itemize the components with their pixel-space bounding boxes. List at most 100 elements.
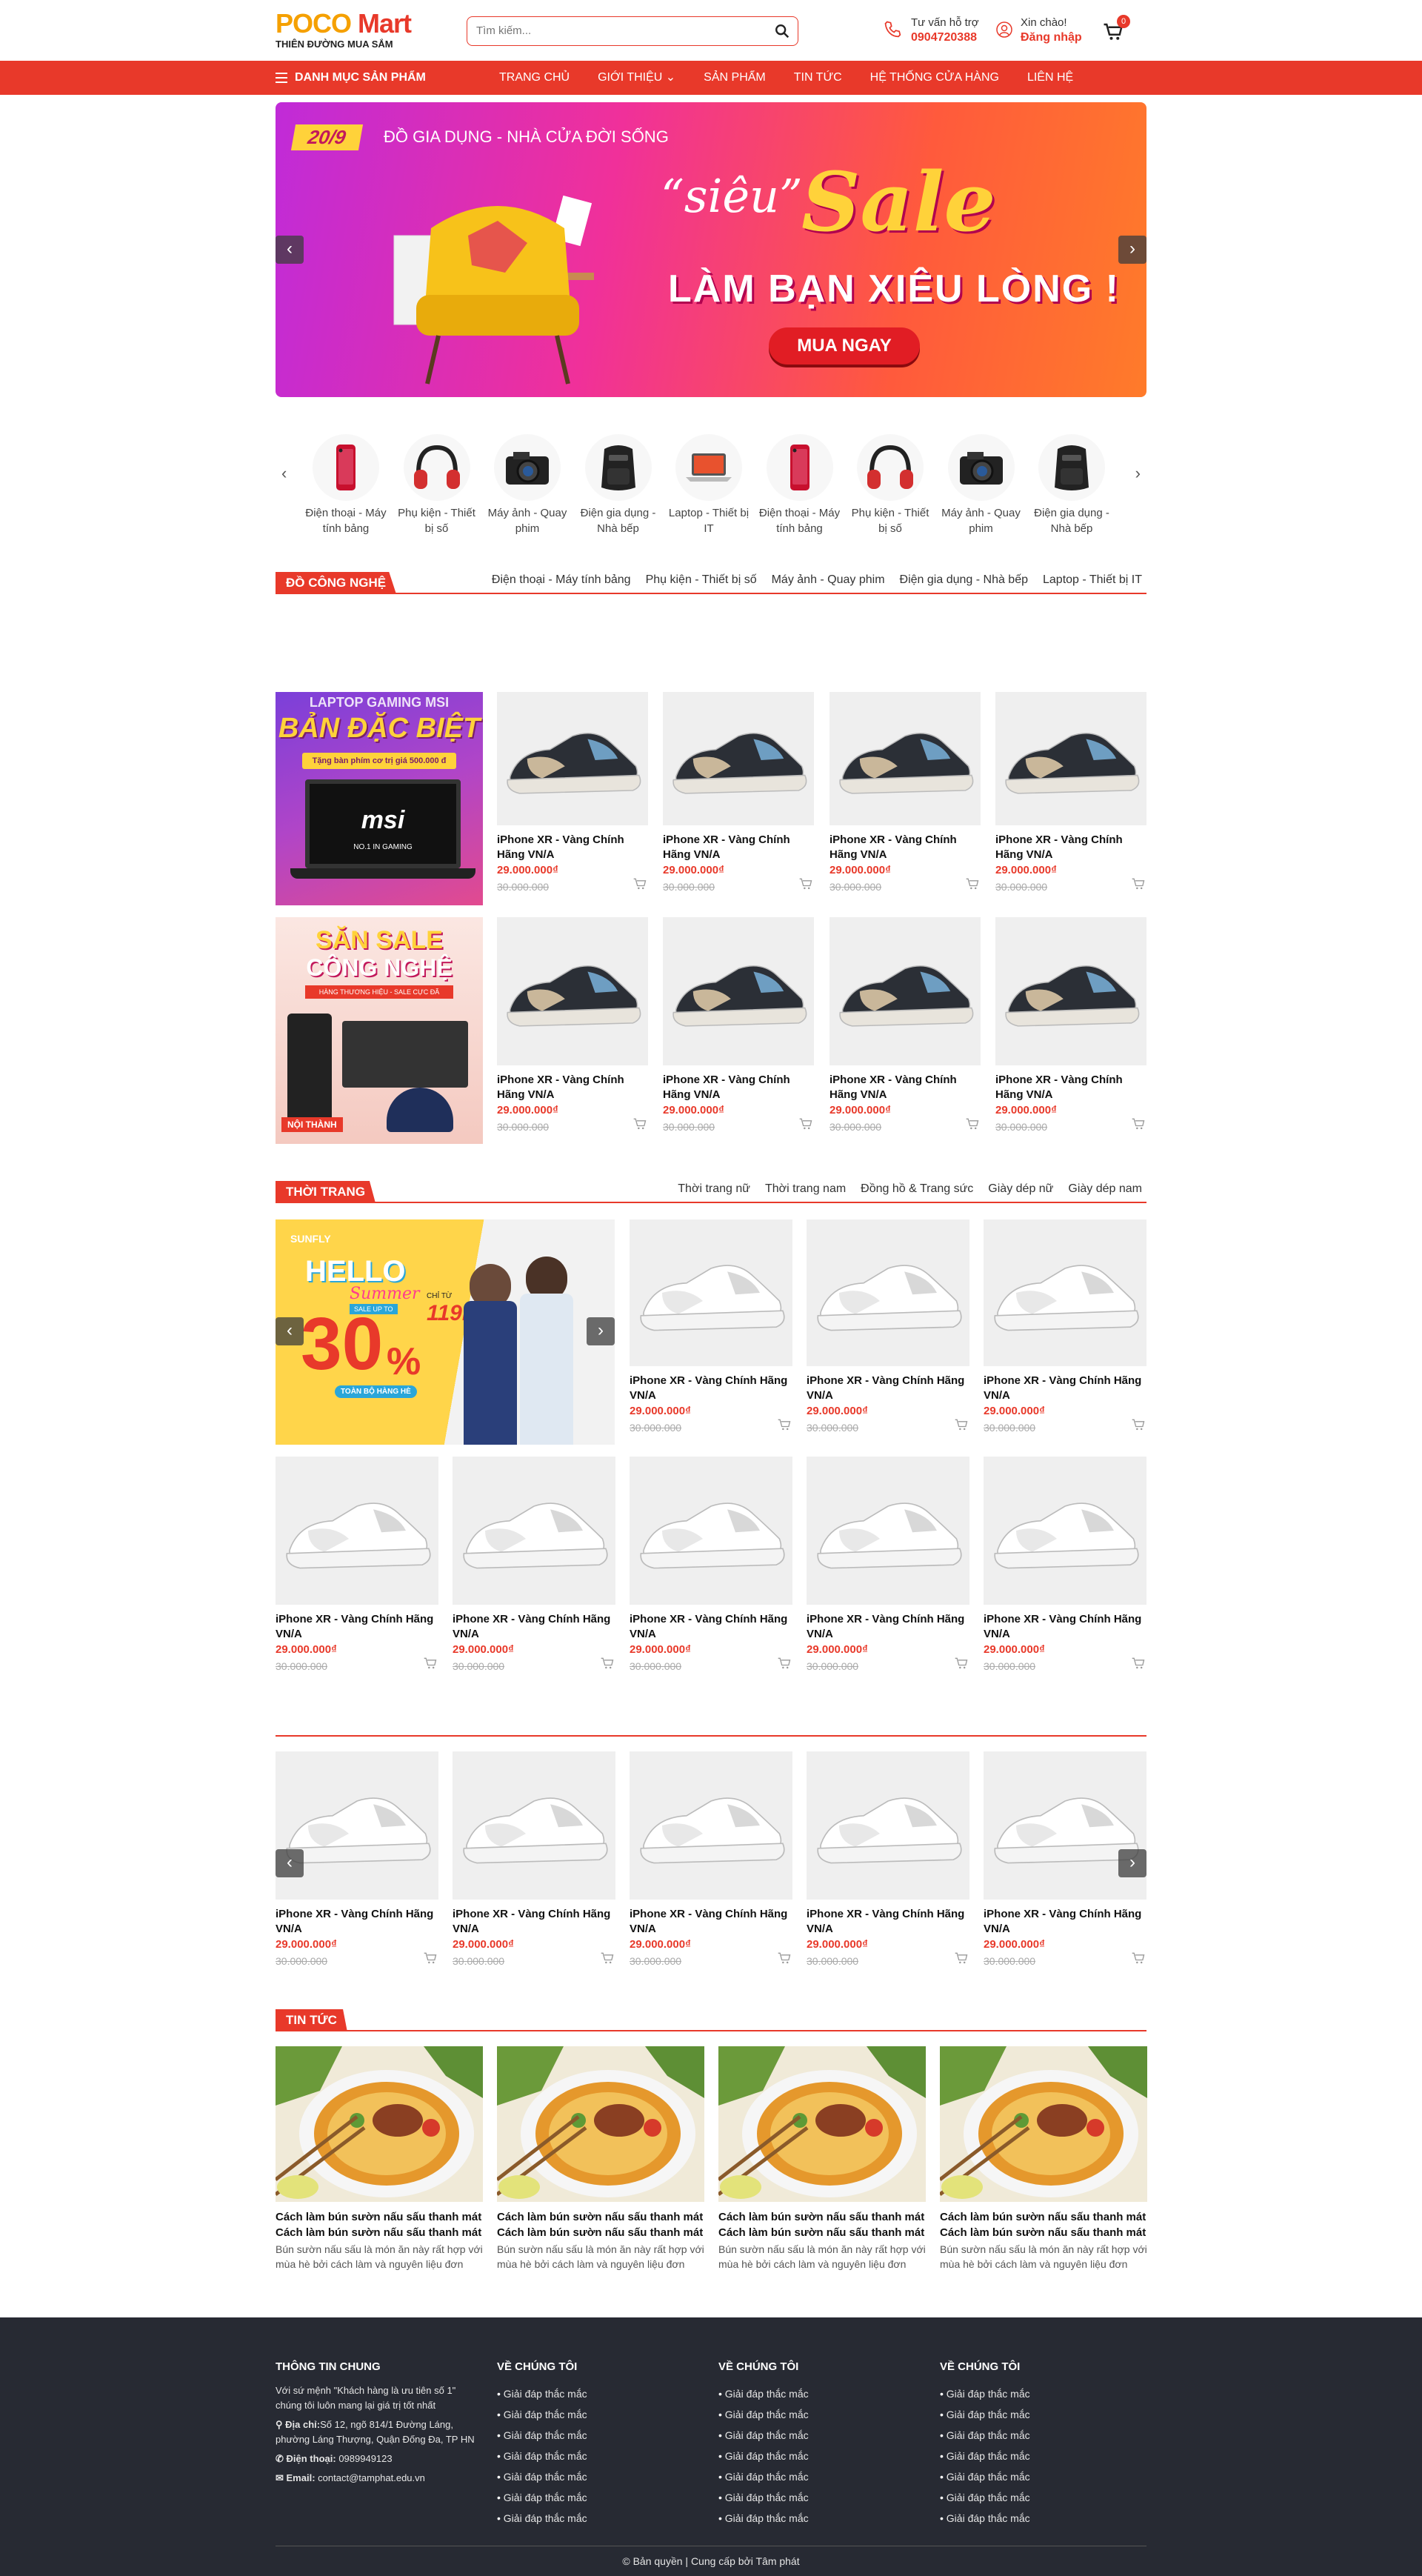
product-card[interactable]: iPhone XR - Vàng Chính Hãng VN/A 29.000.…: [630, 1751, 792, 1967]
product-name[interactable]: iPhone XR - Vàng Chính Hãng VN/A: [497, 833, 648, 862]
product-image[interactable]: [984, 1751, 1146, 1900]
product-name[interactable]: iPhone XR - Vàng Chính Hãng VN/A: [276, 1907, 438, 1937]
tech-tab[interactable]: Điện thoại - Máy tính bảng: [492, 573, 631, 587]
nav-about[interactable]: GIỚI THIỆU ⌄: [598, 61, 675, 95]
footer-email-value[interactable]: contact@tamphat.edu.vn: [318, 2472, 425, 2483]
news-card[interactable]: Cách làm bún sườn nấu sấu thanh mát Cách…: [276, 2046, 483, 2272]
footer-link[interactable]: Giải đáp thắc mắc: [497, 2446, 704, 2466]
fashion-tab[interactable]: Giày dép nữ: [988, 1182, 1053, 1196]
add-to-cart-icon[interactable]: [953, 1656, 969, 1671]
news-image[interactable]: [940, 2046, 1147, 2202]
tech-section-title[interactable]: ĐỒ CÔNG NGHỆ: [276, 572, 397, 594]
product-image[interactable]: [984, 1457, 1146, 1605]
news-card[interactable]: Cách làm bún sườn nấu sấu thanh mát Cách…: [940, 2046, 1147, 2272]
product-name[interactable]: iPhone XR - Vàng Chính Hãng VN/A: [630, 1374, 792, 1403]
product-name[interactable]: iPhone XR - Vàng Chính Hãng VN/A: [807, 1907, 969, 1937]
footer-link[interactable]: Giải đáp thắc mắc: [940, 2383, 1147, 2404]
product-image[interactable]: [630, 1751, 792, 1900]
product-name[interactable]: iPhone XR - Vàng Chính Hãng VN/A: [630, 1612, 792, 1642]
footer-link[interactable]: Giải đáp thắc mắc: [497, 2487, 704, 2508]
product-card[interactable]: iPhone XR - Vàng Chính Hãng VN/A 29.000.…: [453, 1457, 615, 1672]
product-image[interactable]: [830, 692, 981, 825]
news-title[interactable]: Cách làm bún sườn nấu sấu thanh mát Cách…: [940, 2209, 1147, 2240]
add-to-cart-icon[interactable]: [776, 1951, 792, 1966]
product-name[interactable]: iPhone XR - Vàng Chính Hãng VN/A: [630, 1907, 792, 1937]
product-image[interactable]: [995, 917, 1146, 1065]
tech-tab[interactable]: Phụ kiện - Thiết bị số: [646, 573, 757, 587]
nav-news[interactable]: TIN TỨC: [794, 61, 842, 95]
product-card[interactable]: iPhone XR - Vàng Chính Hãng VN/A 29.000.…: [497, 917, 648, 1133]
product-card[interactable]: iPhone XR - Vàng Chính Hãng VN/A 29.000.…: [630, 1457, 792, 1672]
add-to-cart-icon[interactable]: [776, 1656, 792, 1671]
product-card[interactable]: iPhone XR - Vàng Chính Hãng VN/A 29.000.…: [984, 1219, 1146, 1434]
product-card[interactable]: iPhone XR - Vàng Chính Hãng VN/A 29.000.…: [830, 917, 981, 1133]
add-to-cart-icon[interactable]: [953, 1417, 969, 1432]
category-item[interactable]: Phụ kiện - Thiết bị số: [849, 434, 931, 536]
add-to-cart-icon[interactable]: [1130, 1417, 1146, 1432]
news-card[interactable]: Cách làm bún sườn nấu sấu thanh mát Cách…: [718, 2046, 926, 2272]
product-image[interactable]: [276, 1751, 438, 1900]
news-title[interactable]: Cách làm bún sườn nấu sấu thanh mát Cách…: [497, 2209, 704, 2240]
news-title[interactable]: Cách làm bún sườn nấu sấu thanh mát Cách…: [718, 2209, 926, 2240]
category-item[interactable]: Máy ảnh - Quay phim: [941, 434, 1022, 536]
product-card[interactable]: iPhone XR - Vàng Chính Hãng VN/A 29.000.…: [807, 1751, 969, 1967]
product-name[interactable]: iPhone XR - Vàng Chính Hãng VN/A: [984, 1612, 1146, 1642]
category-item[interactable]: Điện thoại - Máy tính bảng: [305, 434, 387, 536]
search-input[interactable]: [476, 17, 758, 44]
news-image[interactable]: [718, 2046, 926, 2202]
product-image[interactable]: [830, 917, 981, 1065]
product-image[interactable]: [630, 1219, 792, 1366]
footer-link[interactable]: Giải đáp thắc mắc: [940, 2487, 1147, 2508]
footer-link[interactable]: Giải đáp thắc mắc: [940, 2466, 1147, 2487]
footer-link[interactable]: Giải đáp thắc mắc: [718, 2446, 926, 2466]
footer-link[interactable]: Giải đáp thắc mắc: [718, 2466, 926, 2487]
product-image[interactable]: [453, 1457, 615, 1605]
footer-link[interactable]: Giải đáp thắc mắc: [497, 2383, 704, 2404]
category-item[interactable]: Điện gia dụng - Nhà bếp: [1031, 434, 1112, 536]
product-card[interactable]: iPhone XR - Vàng Chính Hãng VN/A 29.000.…: [630, 1219, 792, 1434]
product-name[interactable]: iPhone XR - Vàng Chính Hãng VN/A: [276, 1612, 438, 1642]
product-name[interactable]: iPhone XR - Vàng Chính Hãng VN/A: [663, 833, 814, 862]
add-to-cart-icon[interactable]: [599, 1951, 615, 1966]
add-to-cart-icon[interactable]: [798, 1116, 814, 1131]
product-card[interactable]: iPhone XR - Vàng Chính Hãng VN/A 29.000.…: [995, 692, 1146, 893]
add-to-cart-icon[interactable]: [1130, 876, 1146, 891]
product-name[interactable]: iPhone XR - Vàng Chính Hãng VN/A: [995, 1073, 1146, 1102]
add-to-cart-icon[interactable]: [599, 1656, 615, 1671]
footer-link[interactable]: Giải đáp thắc mắc: [718, 2383, 926, 2404]
tech-promo-banner-1[interactable]: LAPTOP GAMING MSI BẢN ĐẶC BIỆT Tặng bàn …: [276, 692, 483, 905]
category-item[interactable]: Điện gia dụng - Nhà bếp: [578, 434, 659, 536]
news-section-title[interactable]: TIN TỨC: [276, 2009, 347, 2031]
slider-next-arrow[interactable]: ›: [1118, 1849, 1146, 1877]
product-card[interactable]: iPhone XR - Vàng Chính Hãng VN/A 29.000.…: [807, 1219, 969, 1434]
add-to-cart-icon[interactable]: [964, 876, 981, 891]
add-to-cart-icon[interactable]: [632, 1116, 648, 1131]
footer-link[interactable]: Giải đáp thắc mắc: [718, 2404, 926, 2425]
product-card[interactable]: iPhone XR - Vàng Chính Hãng VN/A 29.000.…: [984, 1457, 1146, 1672]
fashion-section-title[interactable]: THỜI TRANG: [276, 1181, 376, 1203]
fashion-promo-banner[interactable]: SUNFLY HELLO Summer SALE UP TO 30 % CHỈ …: [276, 1219, 615, 1445]
login-link[interactable]: Đăng nhập: [1021, 31, 1082, 44]
add-to-cart-icon[interactable]: [798, 876, 814, 891]
category-next-arrow[interactable]: ›: [1135, 464, 1141, 483]
product-image[interactable]: [995, 692, 1146, 825]
nav-home[interactable]: TRANG CHỦ: [499, 61, 570, 95]
footer-link[interactable]: Giải đáp thắc mắc: [940, 2508, 1147, 2529]
news-title[interactable]: Cách làm bún sườn nấu sấu thanh mát Cách…: [276, 2209, 483, 2240]
footer-phone-value[interactable]: 0989949123: [338, 2453, 392, 2464]
slider-prev-arrow[interactable]: ‹: [276, 1849, 304, 1877]
nav-contact[interactable]: LIÊN HỆ: [1027, 61, 1073, 95]
product-image[interactable]: [453, 1751, 615, 1900]
logo[interactable]: POCO Mart THIÊN ĐƯỜNG MUA SẮM: [276, 10, 412, 50]
product-name[interactable]: iPhone XR - Vàng Chính Hãng VN/A: [453, 1907, 615, 1937]
footer-link[interactable]: Giải đáp thắc mắc: [718, 2487, 926, 2508]
buy-now-button[interactable]: MUA NGAY: [769, 327, 920, 365]
product-name[interactable]: iPhone XR - Vàng Chính Hãng VN/A: [807, 1374, 969, 1403]
product-image[interactable]: [497, 917, 648, 1065]
fashion-tab[interactable]: Đồng hồ & Trang sức: [861, 1182, 973, 1196]
product-name[interactable]: iPhone XR - Vàng Chính Hãng VN/A: [984, 1374, 1146, 1403]
category-item[interactable]: Điện thoại - Máy tính bảng: [759, 434, 841, 536]
product-image[interactable]: [497, 692, 648, 825]
fashion-tab[interactable]: Thời trang nam: [765, 1182, 846, 1196]
add-to-cart-icon[interactable]: [953, 1951, 969, 1966]
